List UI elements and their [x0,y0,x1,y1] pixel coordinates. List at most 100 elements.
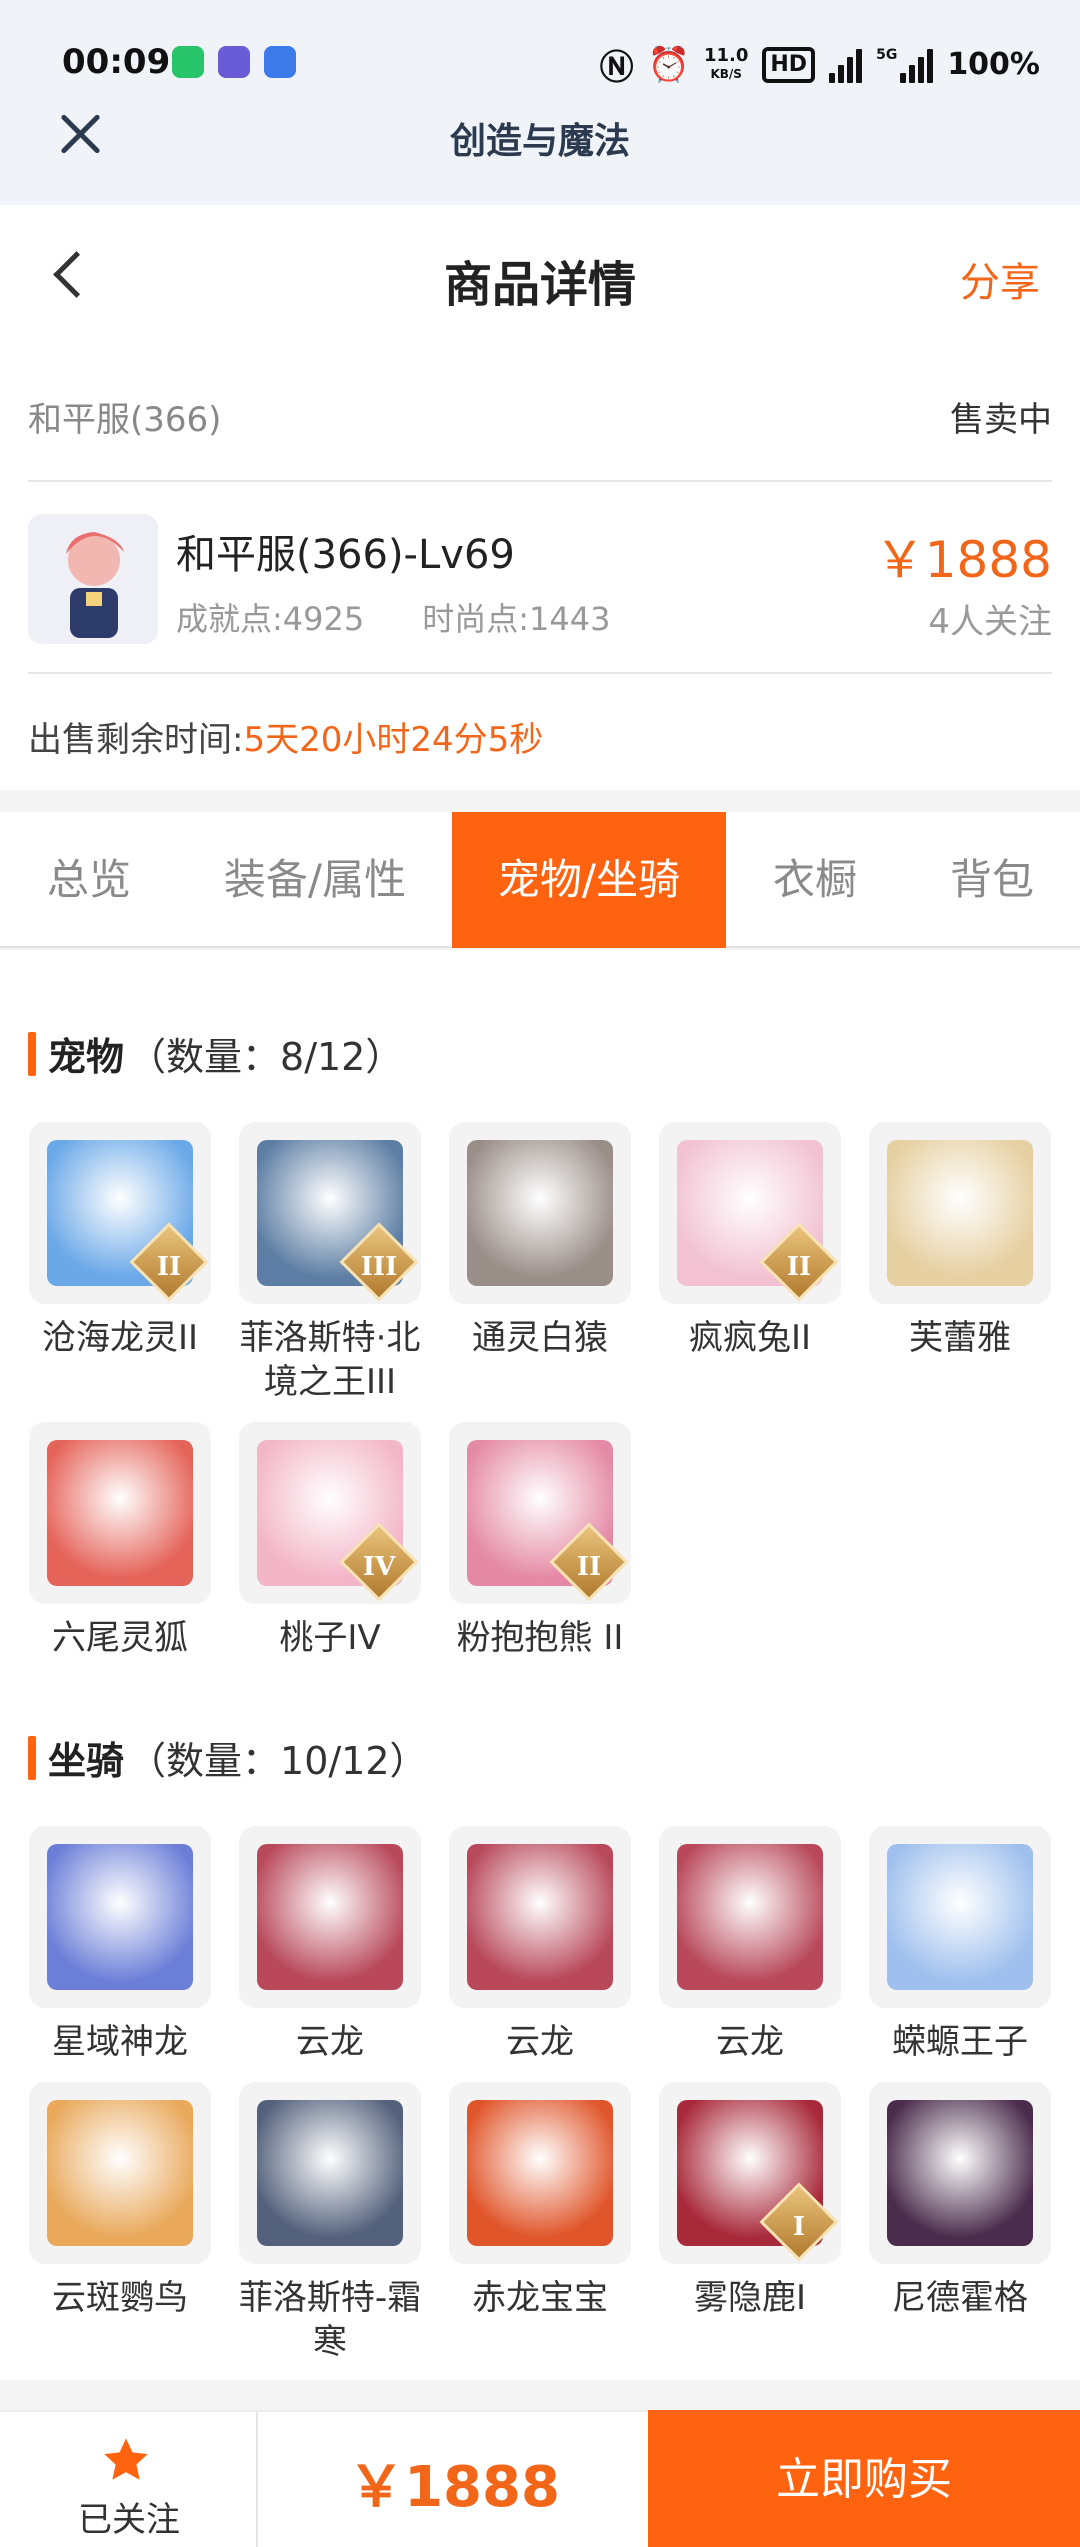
mount-name: 云斑鹦鸟 [52,2278,188,2318]
pet-item[interactable]: II 沧海龙灵II [28,1122,212,1360]
app-top-area: 00:09 Ⓝ ⏰ 11.0 KB/S HD 5G 100% 创造与魔法 [0,0,1080,205]
product-name: 和平服(366)-Lv69 [176,532,515,578]
mount-item[interactable]: 菲洛斯特-霜寒 [238,2082,422,2364]
pet-name: 菲洛斯特·北境之王III [239,1318,421,1402]
mount-name: 云龙 [716,2022,784,2062]
product-stats: 成就点:4925 时尚点:1443 [176,594,610,640]
mount-thumbnail [869,2082,1051,2264]
pets-section-title: 宠物 （数量：8/12） [28,1026,403,1081]
pet-name: 芙蕾雅 [909,1318,1011,1358]
rank-label: II [576,1552,602,1582]
pet-thumbnail [449,1122,631,1304]
net-speed: 11.0 KB/S [703,44,749,81]
signal-icon [829,47,863,83]
mount-name: 云龙 [506,2022,574,2062]
pet-name: 沧海龙灵II [41,1318,199,1358]
mount-thumbnail [869,1826,1051,2008]
hd-icon: HD [762,46,816,83]
mount-thumbnail: I [659,2082,841,2264]
tab-bar: 总览 装备/属性 宠物/坐骑 衣橱 背包 [0,812,1080,948]
follower-count: 4人关注 [928,602,1052,642]
mounts-section-title: 坐骑 （数量：10/12） [28,1730,428,1785]
status-bar: 00:09 Ⓝ ⏰ 11.0 KB/S HD 5G 100% [0,0,1080,130]
mount-item[interactable]: 星域神龙 [28,1826,212,2064]
tab-pets-mounts[interactable]: 宠物/坐骑 [452,812,726,948]
mount-image [887,1844,1033,1990]
time-remaining: 出售剩余时间:5天20小时24分5秒 [28,720,544,760]
rank-label: IV [362,1552,396,1582]
buy-now-button[interactable]: 立即购买 [648,2410,1080,2547]
mount-item[interactable]: 蝾螈王子 [868,1826,1052,2064]
tab-equipment[interactable]: 装备/属性 [178,812,452,948]
mount-name: 云龙 [296,2022,364,2062]
mount-name: 雾隐鹿I [693,2278,807,2318]
server-name: 和平服(366) [28,400,222,440]
mount-item[interactable]: 云斑鹦鸟 [28,2082,212,2320]
mount-thumbnail [29,1826,211,2008]
pet-item[interactable]: II 粉抱抱熊 II [448,1422,632,1660]
alarm-icon: ⏰ [647,44,690,85]
pet-name: 六尾灵狐 [52,1618,188,1658]
tab-overview[interactable]: 总览 [0,812,178,948]
pet-item[interactable]: 六尾灵狐 [28,1422,212,1660]
mount-image [257,1844,403,1990]
tab-backpack[interactable]: 背包 [904,812,1080,948]
page-title: 商品详情 [443,257,636,313]
pet-item[interactable]: II 疯疯兔II [658,1122,842,1360]
status-badge: 售卖中 [950,400,1052,440]
rank-label: I [792,2212,806,2242]
mount-thumbnail [29,2082,211,2264]
app-notification-icon [218,46,250,78]
follow-button[interactable]: 已关注 [0,2412,258,2547]
bottom-action-bar: 已关注 ￥1888 立即购买 [0,2410,1080,2547]
mount-name: 星域神龙 [52,2022,188,2062]
mount-image [677,1844,823,1990]
pet-name: 桃子IV [279,1618,381,1658]
pet-item[interactable]: III 菲洛斯特·北境之王III [238,1122,422,1404]
mount-item[interactable]: 赤龙宝宝 [448,2082,632,2320]
share-button[interactable]: 分享 [960,250,1040,308]
pet-name: 粉抱抱熊 II [456,1618,624,1658]
mount-item[interactable]: I 雾隐鹿I [658,2082,842,2320]
tab-wardrobe[interactable]: 衣橱 [726,812,904,948]
pet-item[interactable]: 通灵白猿 [448,1122,632,1360]
mount-thumbnail [239,1826,421,2008]
pet-item[interactable]: 芙蕾雅 [868,1122,1052,1360]
mount-thumbnail [239,2082,421,2264]
mount-item[interactable]: 云龙 [448,1826,632,2064]
mount-item[interactable]: 云龙 [658,1826,842,2064]
pet-thumbnail: II [449,1422,631,1604]
mount-item[interactable]: 云龙 [238,1826,422,2064]
divider [28,480,1052,482]
app-title: 创造与魔法 [449,121,630,162]
pet-image [47,1440,193,1586]
system-indicators: Ⓝ ⏰ 11.0 KB/S HD 5G 100% [600,40,1040,89]
mount-image [467,2100,613,2246]
mount-thumbnail [449,1826,631,2008]
mount-name: 赤龙宝宝 [472,2278,608,2318]
mount-image [257,2100,403,2246]
battery-level: 100% [947,47,1040,82]
rank-label: II [786,1252,812,1282]
rank-label: II [156,1252,182,1282]
nfc-icon: Ⓝ [599,48,634,88]
pet-name: 通灵白猿 [472,1318,608,1358]
mount-image [47,2100,193,2246]
pet-thumbnail: II [29,1122,211,1304]
mount-name: 蝾螈王子 [892,2022,1028,2062]
product-price: ￥1888 [874,531,1052,589]
footer-price: ￥1888 [348,2455,560,2520]
fashion-points: 时尚点:1443 [422,600,611,638]
mount-thumbnail [449,2082,631,2264]
pet-thumbnail: IV [239,1422,421,1604]
follow-label: 已关注 [78,2500,180,2540]
pet-item[interactable]: IV 桃子IV [238,1422,422,1660]
mount-image [47,1844,193,1990]
rank-label: III [360,1252,398,1282]
mount-name: 菲洛斯特-霜寒 [238,2278,422,2362]
pet-name: 疯疯兔II [688,1318,812,1358]
pet-image [467,1140,613,1286]
star-icon [104,2438,148,2480]
mount-item[interactable]: 尼德霍格 [868,2082,1052,2320]
divider [28,672,1052,674]
